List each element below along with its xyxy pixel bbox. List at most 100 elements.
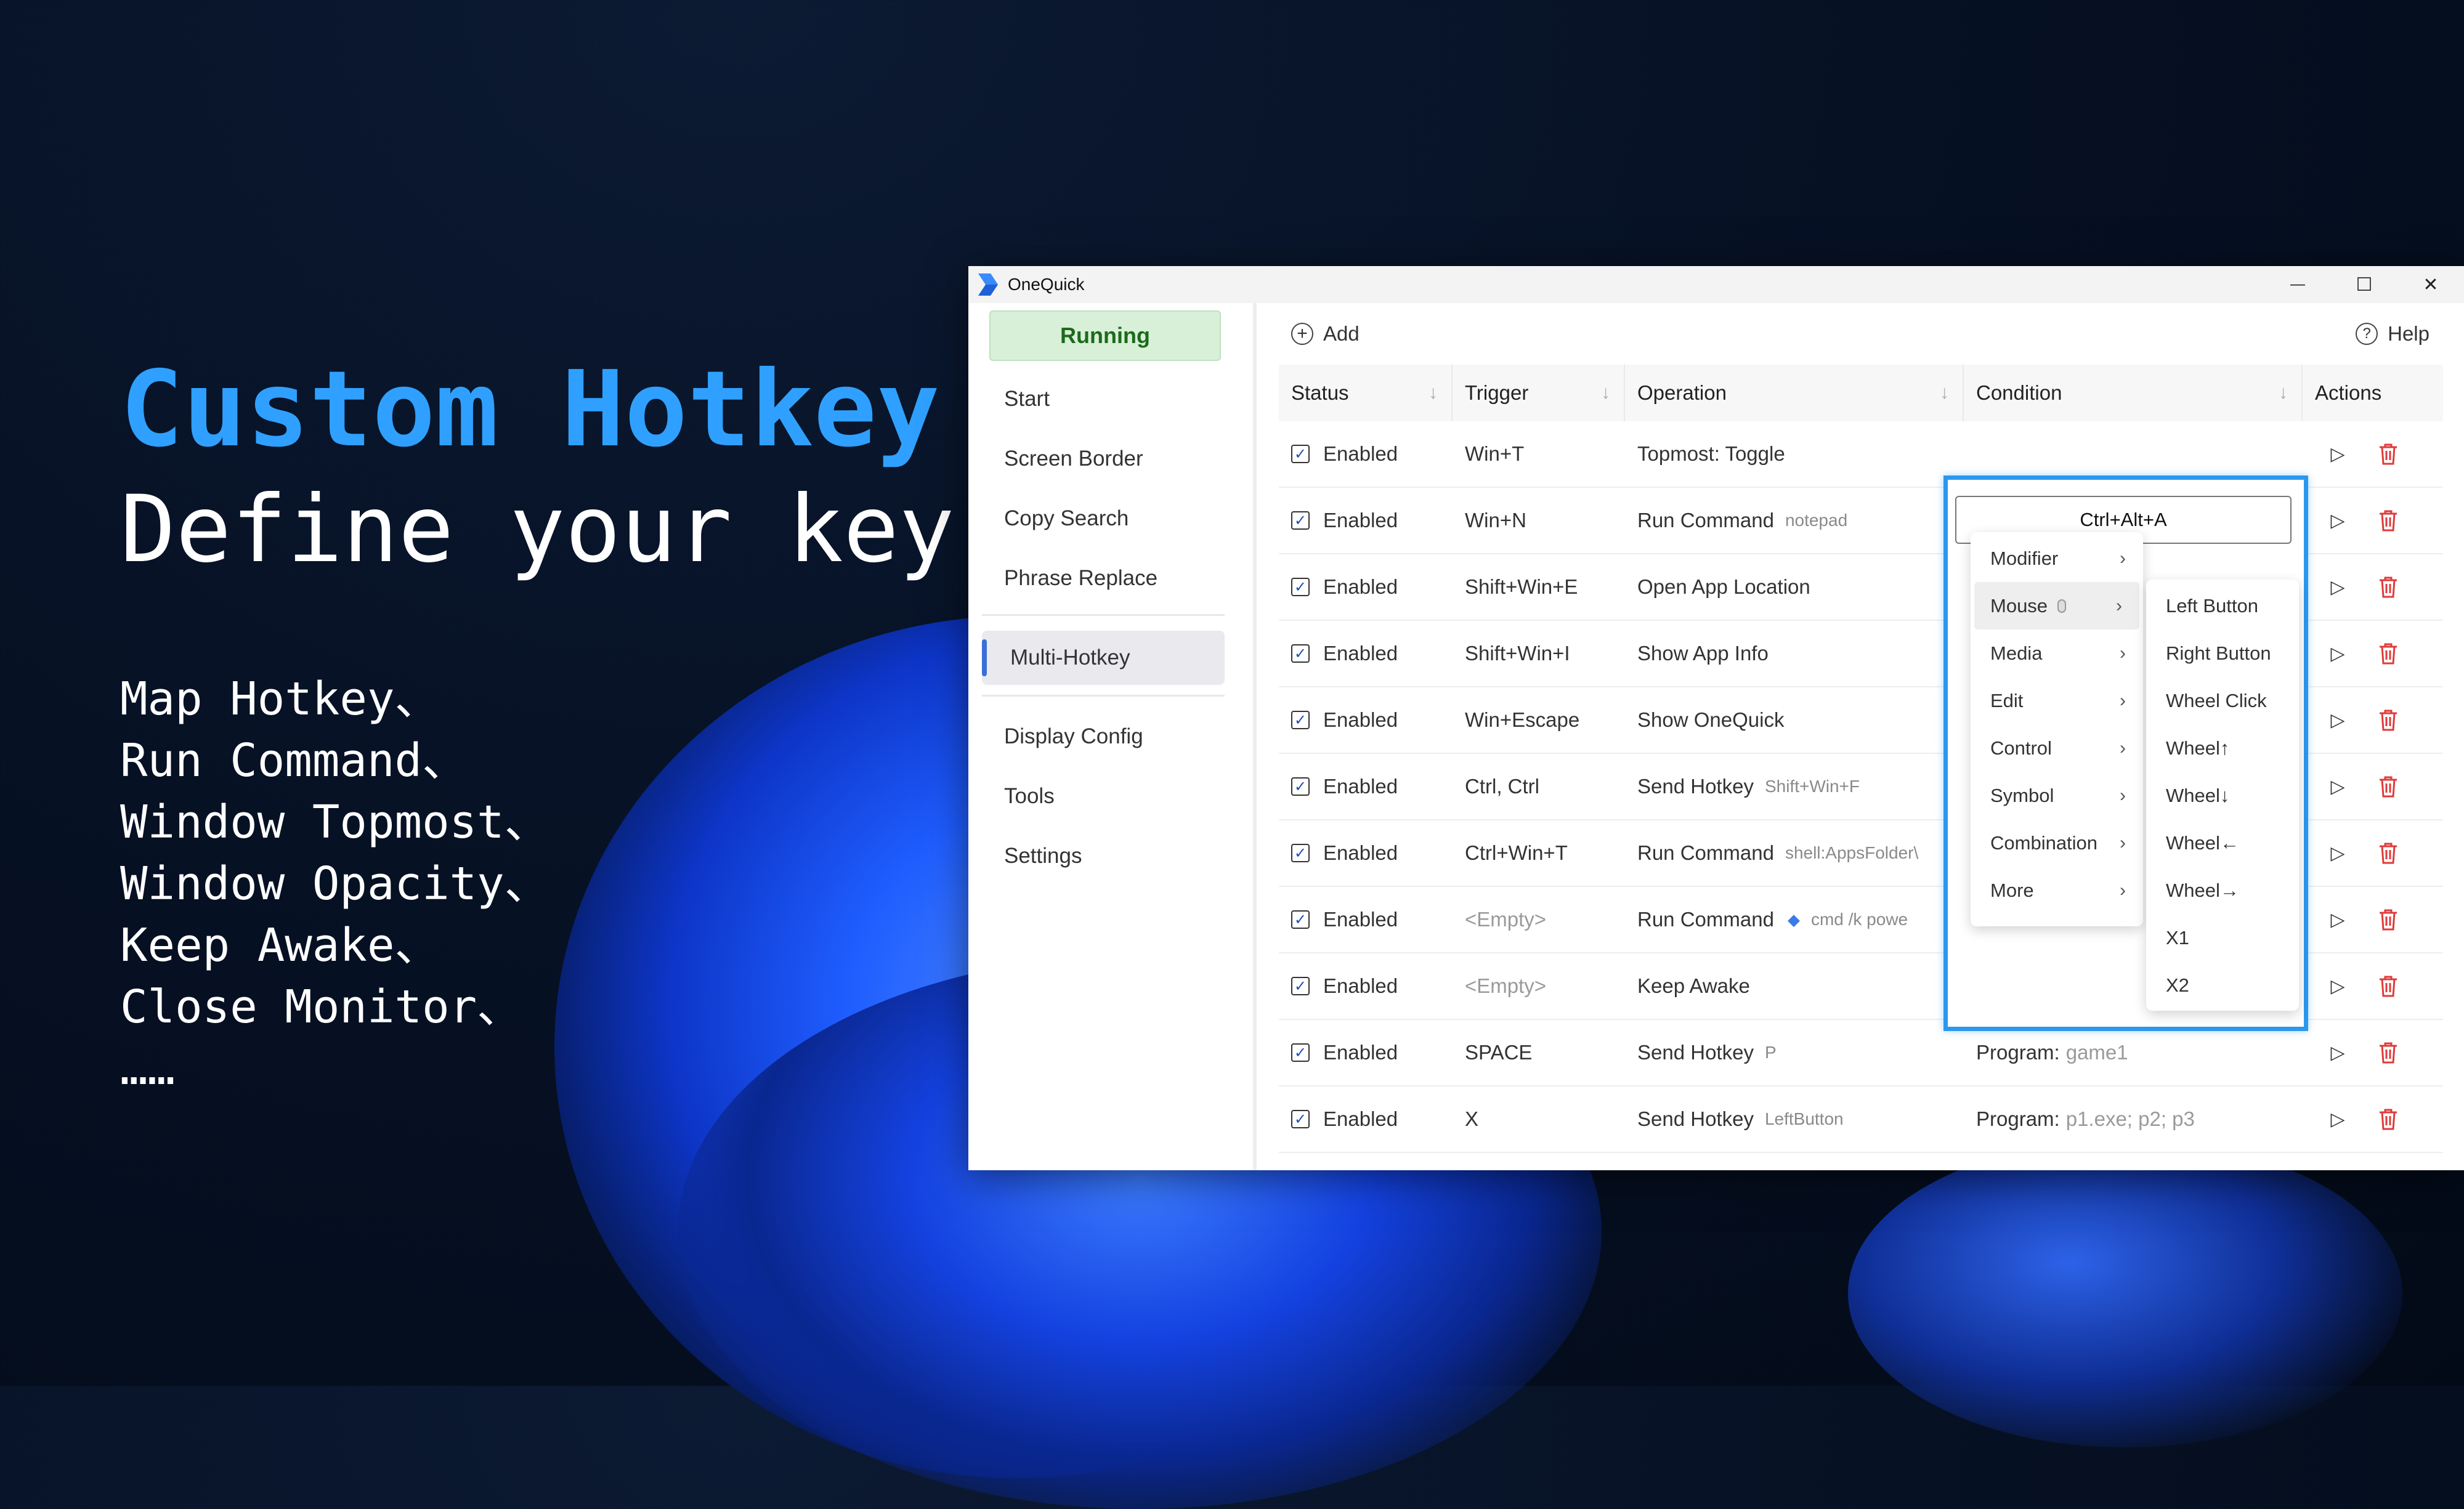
delete-trash-icon[interactable] <box>2374 772 2402 801</box>
submenu-item-wheel-click[interactable]: Wheel Click <box>2146 677 2299 724</box>
close-button[interactable]: ✕ <box>2397 266 2464 303</box>
run-play-icon[interactable]: ▷ <box>2324 506 2352 535</box>
column-header-status[interactable]: Status ↓ <box>1279 365 1453 421</box>
submenu-item-x2[interactable]: X2 <box>2146 961 2299 1009</box>
run-play-icon[interactable]: ▷ <box>2324 772 2352 801</box>
operation-cell[interactable]: Open App Location <box>1625 554 1964 620</box>
run-play-icon[interactable]: ▷ <box>2324 839 2352 867</box>
condition-cell[interactable]: Program: p1.exe; p2; p3 <box>1964 1086 2303 1152</box>
operation-label: Run Command <box>1637 509 1774 532</box>
add-button[interactable]: + Add <box>1291 314 1360 354</box>
trigger-cell[interactable]: <Empty> <box>1453 887 1625 952</box>
menu-item-combination[interactable]: Combination › <box>1971 819 2143 867</box>
sidebar-item-settings[interactable]: Settings <box>976 829 1218 883</box>
delete-trash-icon[interactable] <box>2374 972 2402 1000</box>
trigger-cell[interactable]: Win+T <box>1453 421 1625 487</box>
run-play-icon[interactable]: ▷ <box>2324 1038 2352 1067</box>
operation-cell[interactable]: Run Command ◆ cmd /k powe <box>1625 887 1964 952</box>
submenu-item-right-button[interactable]: Right Button <box>2146 629 2299 677</box>
run-play-icon[interactable]: ▷ <box>2324 1105 2352 1133</box>
enabled-checkbox[interactable]: ✓ <box>1291 844 1310 862</box>
delete-trash-icon[interactable] <box>2374 1105 2402 1133</box>
operation-cell[interactable]: Topmost: Toggle <box>1625 421 1964 487</box>
enabled-checkbox[interactable]: ✓ <box>1291 445 1310 463</box>
sidebar-item-screen-border[interactable]: Screen Border <box>976 432 1218 486</box>
menu-item-more[interactable]: More › <box>1971 867 2143 914</box>
running-status-button[interactable]: Running <box>989 310 1221 361</box>
delete-trash-icon[interactable] <box>2374 573 2402 601</box>
delete-trash-icon[interactable] <box>2374 905 2402 934</box>
trigger-cell[interactable]: Shift+Win+I <box>1453 621 1625 686</box>
trigger-cell[interactable]: Win+N <box>1453 488 1625 553</box>
sort-arrow-icon[interactable]: ↓ <box>1429 382 1438 403</box>
operation-cell[interactable]: Show OneQuick <box>1625 687 1964 753</box>
submenu-item-wheel-left[interactable]: Wheel← <box>2146 819 2299 867</box>
operation-cell[interactable]: Run Command notepad <box>1625 488 1964 553</box>
minimize-button[interactable]: — <box>2264 266 2331 303</box>
trigger-cell[interactable]: <Empty> <box>1453 953 1625 1019</box>
sort-arrow-icon[interactable]: ↓ <box>1601 382 1610 403</box>
run-play-icon[interactable]: ▷ <box>2324 573 2352 601</box>
menu-item-control[interactable]: Control › <box>1971 724 2143 772</box>
run-play-icon[interactable]: ▷ <box>2324 639 2352 668</box>
sidebar-item-phrase-replace[interactable]: Phrase Replace <box>976 551 1218 605</box>
delete-trash-icon[interactable] <box>2374 706 2402 734</box>
enabled-checkbox[interactable]: ✓ <box>1291 977 1310 995</box>
column-header-trigger[interactable]: Trigger ↓ <box>1453 365 1625 421</box>
enabled-checkbox[interactable]: ✓ <box>1291 910 1310 929</box>
operation-cell[interactable]: Send Hotkey Shift+Win+F <box>1625 754 1964 819</box>
maximize-button[interactable]: ☐ <box>2331 266 2397 303</box>
run-play-icon[interactable]: ▷ <box>2324 905 2352 934</box>
enabled-checkbox[interactable]: ✓ <box>1291 511 1310 530</box>
sort-arrow-icon[interactable]: ↓ <box>1940 382 1949 403</box>
sidebar-item-tools[interactable]: Tools <box>976 769 1218 823</box>
sidebar-item-start[interactable]: Start <box>976 372 1218 426</box>
run-play-icon[interactable]: ▷ <box>2324 972 2352 1000</box>
enabled-checkbox[interactable]: ✓ <box>1291 578 1310 596</box>
submenu-item-wheel-up[interactable]: Wheel↑ <box>2146 724 2299 772</box>
enabled-checkbox[interactable]: ✓ <box>1291 711 1310 729</box>
menu-item-mouse[interactable]: Mouse › <box>1974 582 2139 629</box>
delete-trash-icon[interactable] <box>2374 1038 2402 1067</box>
table-row[interactable]: ✓ Enabled X Send Hotkey LeftButton Program: p1… <box>1279 1086 2443 1153</box>
trigger-cell[interactable]: Shift+Win+E <box>1453 554 1625 620</box>
trigger-cell[interactable]: Win+Escape <box>1453 687 1625 753</box>
trigger-cell[interactable]: Ctrl+Win+T <box>1453 820 1625 886</box>
submenu-item-left-button[interactable]: Left Button <box>2146 582 2299 629</box>
sidebar-item-multi-hotkey[interactable]: Multi-Hotkey <box>982 631 1225 685</box>
operation-cell[interactable]: Send Hotkey P <box>1625 1020 1964 1085</box>
sort-arrow-icon[interactable]: ↓ <box>2279 382 2288 403</box>
column-header-operation[interactable]: Operation ↓ <box>1625 365 1964 421</box>
submenu-item-x1[interactable]: X1 <box>2146 914 2299 961</box>
menu-item-modifier[interactable]: Modifier › <box>1971 535 2143 582</box>
column-header-condition[interactable]: Condition ↓ <box>1964 365 2303 421</box>
enabled-checkbox[interactable]: ✓ <box>1291 777 1310 796</box>
trigger-cell[interactable]: SPACE <box>1453 1020 1625 1085</box>
submenu-item-wheel-down[interactable]: Wheel↓ <box>2146 772 2299 819</box>
delete-trash-icon[interactable] <box>2374 506 2402 535</box>
sidebar-item-copy-search[interactable]: Copy Search <box>976 492 1218 546</box>
delete-trash-icon[interactable] <box>2374 440 2402 468</box>
menu-item-label: Combination <box>1990 831 2098 854</box>
operation-cell[interactable]: Send Hotkey LeftButton <box>1625 1086 1964 1152</box>
menu-item-edit[interactable]: Edit › <box>1971 677 2143 724</box>
submenu-item-wheel-right[interactable]: Wheel→ <box>2146 867 2299 914</box>
trigger-cell[interactable]: X <box>1453 1086 1625 1152</box>
enabled-checkbox[interactable]: ✓ <box>1291 1110 1310 1128</box>
menu-item-symbol[interactable]: Symbol › <box>1971 772 2143 819</box>
title-bar[interactable]: OneQuick — ☐ ✕ <box>968 266 2464 303</box>
delete-trash-icon[interactable] <box>2374 639 2402 668</box>
run-play-icon[interactable]: ▷ <box>2324 440 2352 468</box>
sidebar-item-display-config[interactable]: Display Config <box>976 710 1218 764</box>
delete-trash-icon[interactable] <box>2374 839 2402 867</box>
run-play-icon[interactable]: ▷ <box>2324 706 2352 734</box>
menu-item-media[interactable]: Media › <box>1971 629 2143 677</box>
operation-cell[interactable]: Show App Info <box>1625 621 1964 686</box>
trigger-cell[interactable]: Ctrl, Ctrl <box>1453 754 1625 819</box>
enabled-checkbox[interactable]: ✓ <box>1291 1043 1310 1062</box>
enabled-checkbox[interactable]: ✓ <box>1291 644 1310 663</box>
operation-cell[interactable]: Run Command shell:AppsFolder\ <box>1625 820 1964 886</box>
actions-cell: ▷ <box>2303 1086 2443 1152</box>
operation-cell[interactable]: Keep Awake <box>1625 953 1964 1019</box>
help-button[interactable]: ? Help <box>2356 314 2430 354</box>
